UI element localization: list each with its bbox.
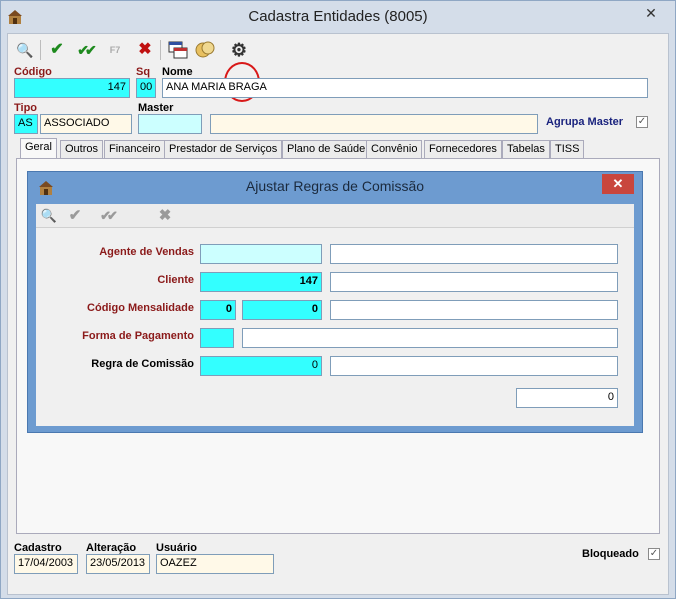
tab-convenio[interactable]: Convênio [366,140,423,158]
sq-label: Sq [136,66,151,78]
agente-desc-field[interactable] [330,244,618,264]
main-window: Cadastra Entidades (8005) ✕ 🔍 ✔ ✔✔ F7 ✖ … [0,0,676,599]
windows-icon[interactable] [168,41,188,59]
title-bar: Cadastra Entidades (8005) ✕ [1,1,675,33]
confirm-all-icon[interactable]: ✔✔ [70,39,100,61]
nome-label: Nome [162,66,193,78]
cadastro-label: Cadastro [14,542,62,554]
dialog-confirm-all-icon[interactable]: ✔✔ [92,205,122,227]
codigo-mensalidade-label: Código Mensalidade [87,302,194,314]
cliente-label: Cliente [157,274,194,286]
tipo-code-field[interactable]: AS [14,114,38,134]
bloqueado-label: Bloqueado [582,548,639,560]
total-field[interactable]: 0 [516,388,618,408]
cliente-field[interactable]: 147 [200,272,322,292]
tab-outros[interactable]: Outros [60,140,104,158]
toolbar-separator [160,40,161,60]
forma-pagamento-label: Forma de Pagamento [82,330,194,342]
search-icon[interactable]: 🔍 [14,39,36,61]
tab-fornecedores[interactable]: Fornecedores [424,140,502,158]
coins-icon[interactable] [194,40,216,60]
forma-pagamento-field[interactable] [200,328,234,348]
regra-comissao-field[interactable]: 0 [200,356,322,376]
dialog-title: Ajustar Regras de Comissão [245,178,425,194]
regra-comissao-desc-field[interactable] [330,356,618,376]
tab-tiss[interactable]: TISS [550,140,585,158]
agente-label: Agente de Vendas [99,246,194,258]
agente-field[interactable] [200,244,322,264]
confirm-icon[interactable]: ✔ [46,39,68,61]
usuario-label: Usuário [156,542,197,554]
regra-comissao-label: Regra de Comissão [91,358,194,370]
cadastro-field[interactable]: 17/04/2003 [14,554,78,574]
usuario-field[interactable]: OAZEZ [156,554,274,574]
nome-field[interactable]: ANA MARIA BRAGA [162,78,648,98]
bloqueado-checkbox[interactable]: ✓ [648,548,660,560]
cancel-icon[interactable]: ✖ [134,39,156,61]
dialog-toolbar: 🔍 ✔ ✔✔ ✖ [36,204,634,228]
master-code-field[interactable] [138,114,202,134]
tipo-desc-field[interactable]: ASSOCIADO [40,114,132,134]
tab-geral[interactable]: Geral [20,138,57,159]
f7-button[interactable]: F7 [104,39,126,61]
dialog-close-button[interactable]: ✕ [602,174,634,194]
window-title: Cadastra Entidades (8005) [248,8,428,25]
gear-icon[interactable]: ⚙ [228,39,250,61]
tab-financeiro[interactable]: Financeiro [104,140,166,158]
codigo-mensalidade-field-2[interactable]: 0 [242,300,322,320]
cliente-desc-field[interactable] [330,272,618,292]
tab-prestador[interactable]: Prestador de Serviços [164,140,283,158]
toolbar: 🔍 ✔ ✔✔ F7 ✖ ⚙ [10,36,410,64]
comissao-dialog: Ajustar Regras de Comissão ✕ 🔍 ✔ ✔✔ ✖ Ag… [27,171,643,433]
master-desc-field[interactable] [210,114,538,134]
dialog-cancel-icon[interactable]: ✖ [154,205,176,227]
agrupa-master-checkbox[interactable]: ✓ [636,116,648,128]
alteracao-field[interactable]: 23/05/2013 [86,554,150,574]
close-button[interactable]: ✕ [635,3,667,23]
tab-tabelas[interactable]: Tabelas [502,140,550,158]
codigo-mensalidade-desc-field[interactable] [330,300,618,320]
codigo-field[interactable]: 147 [14,78,130,98]
codigo-label: Código [14,66,52,78]
master-label: Master [138,102,174,114]
dialog-confirm-icon[interactable]: ✔ [64,205,86,227]
sq-field[interactable]: 00 [136,78,156,98]
agrupa-master-label: Agrupa Master [546,116,624,128]
alteracao-label: Alteração [86,542,137,554]
toolbar-separator [40,40,41,60]
tab-plano-saude[interactable]: Plano de Saúde [282,140,371,158]
tipo-label: Tipo [14,102,38,114]
dialog-search-icon[interactable]: 🔍 [38,205,60,227]
dialog-client: 🔍 ✔ ✔✔ ✖ Agente de Vendas Cliente 147 Có… [36,204,634,426]
forma-pagamento-desc-field[interactable] [242,328,618,348]
codigo-mensalidade-field-1[interactable]: 0 [200,300,236,320]
